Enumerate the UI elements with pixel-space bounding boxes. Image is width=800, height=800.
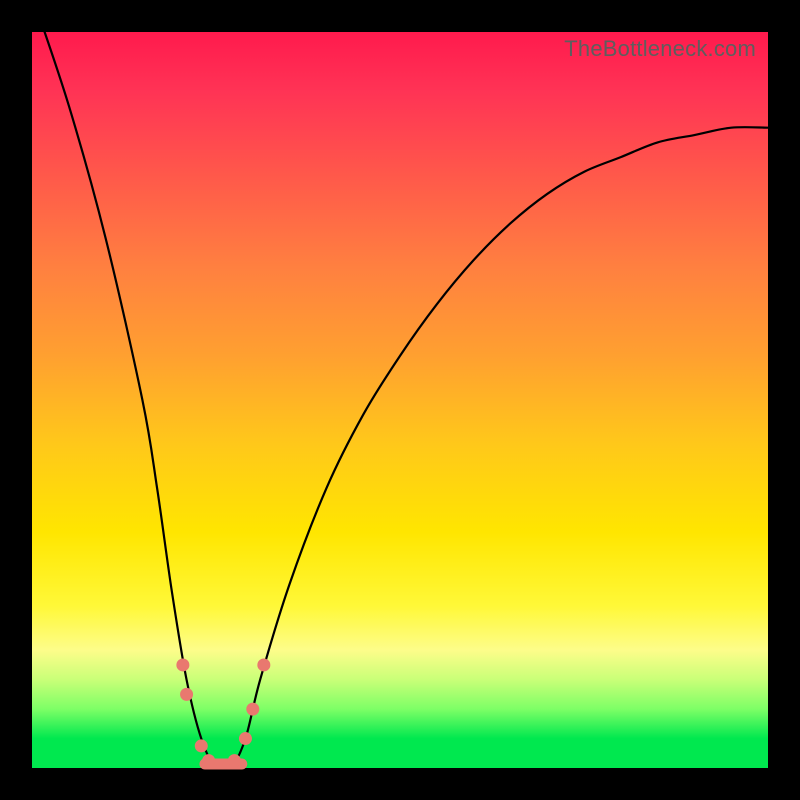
- data-marker: [246, 703, 259, 716]
- data-marker: [176, 658, 189, 671]
- data-marker: [195, 739, 208, 752]
- marker-group: [176, 658, 270, 767]
- data-marker: [257, 658, 270, 671]
- bottleneck-curve: [32, 0, 768, 772]
- data-marker: [180, 688, 193, 701]
- data-marker: [239, 732, 252, 745]
- chart-frame: TheBottleneck.com: [0, 0, 800, 800]
- data-marker: [202, 754, 215, 767]
- curve-layer: [32, 32, 768, 768]
- data-marker: [228, 754, 241, 767]
- plot-area: TheBottleneck.com: [32, 32, 768, 768]
